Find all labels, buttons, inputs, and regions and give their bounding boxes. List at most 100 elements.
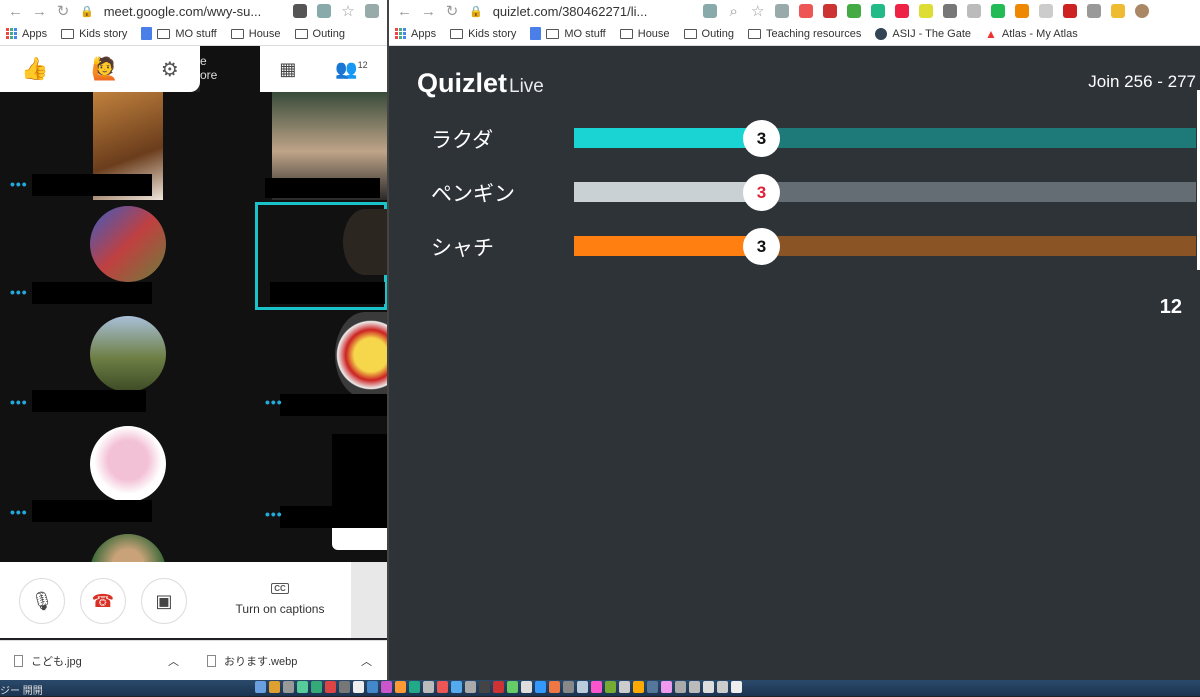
bookmark-mo-stuff[interactable]: MO stuff <box>530 27 606 40</box>
dock-app-icon[interactable] <box>451 681 462 693</box>
pinterest-icon[interactable] <box>894 4 909 18</box>
bookmark-mo-stuff[interactable]: MO stuff <box>141 27 217 40</box>
dock-app-icon[interactable] <box>311 681 322 693</box>
address-field[interactable]: quizlet.com/380462271/li... <box>493 4 693 19</box>
forward-icon[interactable]: → <box>32 3 47 20</box>
extension-icon[interactable] <box>966 4 981 18</box>
dock-app-icon[interactable] <box>465 681 476 693</box>
dock-app-icon[interactable] <box>577 681 588 693</box>
extension-icon[interactable] <box>1038 4 1053 18</box>
chevron-up-icon[interactable]: ︿ <box>361 653 372 669</box>
dock-app-icon[interactable] <box>675 681 686 693</box>
chevron-up-icon[interactable]: ︿ <box>168 653 179 669</box>
dock-app-icon[interactable] <box>591 681 602 693</box>
drive-ext-icon[interactable] <box>774 4 789 18</box>
dock-app-icon[interactable] <box>563 681 574 693</box>
raise-hand-icon[interactable]: 🙋 <box>91 56 118 82</box>
more-options-icon[interactable]: ••• <box>265 394 283 410</box>
translate-icon[interactable] <box>702 4 717 18</box>
bookmark-apps[interactable]: Apps <box>395 28 436 40</box>
thumbs-up-icon[interactable]: 👍 <box>21 56 48 82</box>
more-options-icon[interactable]: ••• <box>10 394 28 410</box>
extension-icon[interactable] <box>1014 4 1029 18</box>
more-options-icon[interactable]: ••• <box>265 506 283 522</box>
bookmark-atlas[interactable]: ▲ Atlas - My Atlas <box>985 27 1078 41</box>
dock-app-icon[interactable] <box>549 681 560 693</box>
translate-icon[interactable] <box>317 4 331 18</box>
people-button[interactable]: 👥12 <box>335 59 367 80</box>
mic-icon: 🎙 <box>30 590 54 611</box>
bookmark-house[interactable]: House <box>230 28 281 40</box>
back-icon[interactable]: ← <box>397 3 412 20</box>
extension-icon[interactable] <box>798 4 813 18</box>
dock-app-icon[interactable] <box>479 681 490 693</box>
grid-view-icon[interactable]: ▦ <box>279 59 296 80</box>
grammarly-icon[interactable] <box>990 4 1005 18</box>
dock-app-icon[interactable] <box>423 681 434 693</box>
bookmark-asij-gate[interactable]: ASIJ - The Gate <box>875 27 971 40</box>
dock-app-icon[interactable] <box>605 681 616 693</box>
bookmark-outing[interactable]: Outing <box>683 28 734 40</box>
dock-app-icon[interactable] <box>367 681 378 693</box>
dock-app-icon[interactable] <box>731 681 742 693</box>
star-icon[interactable]: ☆ <box>341 2 355 20</box>
dock-app-icon[interactable] <box>437 681 448 693</box>
camera-icon[interactable] <box>293 4 307 18</box>
dock-app-icon[interactable] <box>325 681 336 693</box>
dock-app-icon[interactable] <box>703 681 714 693</box>
thumbs-up-ext-icon[interactable] <box>1110 4 1125 18</box>
extension-icon[interactable] <box>918 4 933 18</box>
extension-icon[interactable] <box>822 4 837 18</box>
profile-avatar[interactable] <box>1134 4 1149 18</box>
dock-app-icon[interactable] <box>395 681 406 693</box>
star-icon[interactable]: ☆ <box>751 2 765 20</box>
camera-button[interactable]: ▣ <box>141 578 187 624</box>
bookmark-kids-story[interactable]: Kids story <box>61 28 127 40</box>
more-options-icon[interactable]: ••• <box>10 504 28 520</box>
evernote-icon[interactable] <box>870 4 885 18</box>
extension-icon[interactable] <box>1086 4 1101 18</box>
bookmark-house[interactable]: House <box>619 28 670 40</box>
back-icon[interactable]: ← <box>8 3 23 20</box>
bookmark-outing[interactable]: Outing <box>294 28 345 40</box>
search-icon[interactable]: ⌕ <box>727 3 741 20</box>
drive-ext-icon[interactable] <box>365 4 379 18</box>
dock-app-icon[interactable] <box>661 681 672 693</box>
dock-app-icon[interactable] <box>381 681 392 693</box>
download-item[interactable]: こども.jpg ︿ <box>0 653 193 669</box>
reload-icon[interactable]: ↻ <box>56 2 70 20</box>
extension-icon[interactable] <box>846 4 861 18</box>
captions-button[interactable]: CC Turn on captions <box>228 580 332 616</box>
bookmark-kids-story[interactable]: Kids story <box>450 28 516 40</box>
dock-app-icon[interactable] <box>619 681 630 693</box>
address-field[interactable]: meet.google.com/wwy-su... <box>104 4 283 19</box>
dock-app-icon[interactable] <box>507 681 518 693</box>
dock-app-icon[interactable] <box>493 681 504 693</box>
download-item[interactable]: おります.webp ︿ <box>193 653 386 669</box>
bookmark-apps[interactable]: Apps <box>6 28 47 40</box>
dock-app-icon[interactable] <box>689 681 700 693</box>
more-options-icon[interactable]: ••• <box>10 284 28 300</box>
gmail-icon[interactable] <box>1062 4 1077 18</box>
forward-icon[interactable]: → <box>421 3 436 20</box>
dock-app-icon[interactable] <box>521 681 532 693</box>
dock-app-icon[interactable] <box>255 681 266 693</box>
gear-icon[interactable]: ⚙ <box>161 57 179 82</box>
dock-app-icon[interactable] <box>339 681 350 693</box>
present-button[interactable] <box>351 562 387 638</box>
more-options-icon[interactable]: ••• <box>10 176 28 192</box>
reload-icon[interactable]: ↻ <box>445 2 459 20</box>
dock-app-icon[interactable] <box>535 681 546 693</box>
dock-app-icon[interactable] <box>633 681 644 693</box>
dock-app-icon[interactable] <box>269 681 280 693</box>
dock-app-icon[interactable] <box>297 681 308 693</box>
extension-icon[interactable] <box>942 4 957 18</box>
hang-up-button[interactable]: ☎ <box>80 578 126 624</box>
dock-app-icon[interactable] <box>409 681 420 693</box>
bookmark-teaching-resources[interactable]: Teaching resources <box>747 28 861 40</box>
dock-app-icon[interactable] <box>647 681 658 693</box>
dock-app-icon[interactable] <box>717 681 728 693</box>
mic-button[interactable]: 🎙 <box>19 578 65 624</box>
dock-app-icon[interactable] <box>353 681 364 693</box>
dock-app-icon[interactable] <box>283 681 294 693</box>
